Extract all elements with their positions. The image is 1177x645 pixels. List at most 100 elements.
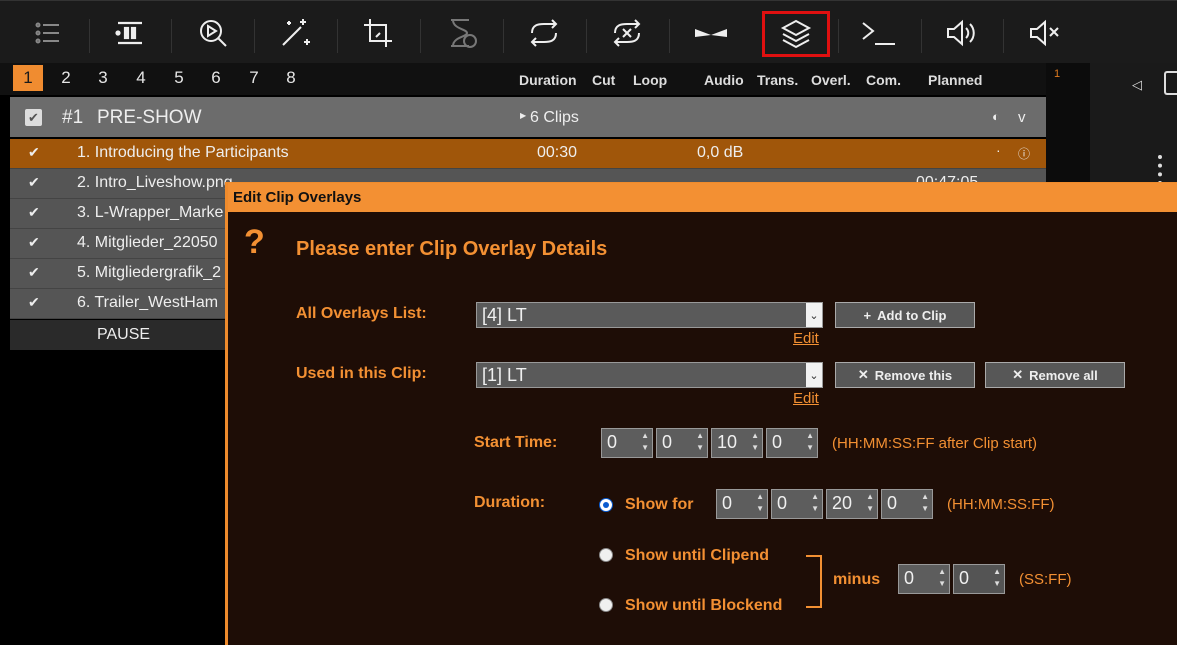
edit-overlays-link[interactable]: Edit	[793, 330, 819, 347]
show-for-label[interactable]: Show for	[625, 496, 693, 514]
clip-label: 2. Intro_Liveshow.png	[77, 174, 233, 191]
terminal-icon[interactable]	[852, 13, 902, 53]
stepper-arrows-icon[interactable]: ▲ ▼	[811, 491, 819, 515]
stepper-arrows-icon[interactable]: ▲ ▼	[866, 491, 874, 515]
col-audio[interactable]: Audio	[704, 72, 744, 88]
check-icon[interactable]: ✔	[28, 294, 40, 311]
stepper-arrows-icon[interactable]: ▲ ▼	[993, 566, 1001, 590]
clip-row[interactable]: ✔ 1. Introducing the Participants 00:30 …	[10, 139, 1046, 169]
expand-arrow-icon[interactable]: ▶	[520, 111, 526, 120]
check-icon[interactable]: ✔	[28, 144, 40, 161]
remove-this-label: Remove this	[874, 367, 953, 383]
duration-minutes-stepper[interactable]: 0 ▲ ▼	[771, 489, 823, 519]
dialog-heading: Please enter Clip Overlay Details	[296, 238, 608, 260]
start-time-label: Start Time:	[474, 434, 558, 451]
search-play-icon[interactable]	[188, 13, 238, 53]
minus-frames-stepper[interactable]: 0 ▲ ▼	[953, 564, 1005, 594]
clip-label: 4. Mitglieder_22050	[77, 234, 218, 251]
remove-all-button[interactable]: ✕ Remove all	[985, 362, 1125, 388]
tab-8[interactable]: 8	[276, 65, 306, 91]
shuffle-cancel-icon[interactable]	[602, 13, 652, 53]
list-dots-icon	[1158, 155, 1177, 185]
list-icon[interactable]	[22, 13, 72, 53]
image-icon[interactable]	[1164, 71, 1177, 95]
crop-icon[interactable]	[353, 13, 403, 53]
tab-1[interactable]: 1	[13, 65, 43, 91]
block-header[interactable]: ✔ #1 PRE-SHOW ▶ 6 Clips ◐ v	[10, 97, 1046, 137]
stepper-arrows-icon[interactable]: ▲ ▼	[696, 430, 704, 454]
clip-label: 6. Trailer_WestHam	[77, 294, 219, 311]
col-trans[interactable]: Trans.	[757, 72, 798, 88]
minus-seconds-value: 0	[904, 568, 915, 588]
stepper-arrows-icon[interactable]: ▲ ▼	[756, 491, 764, 515]
hourglass-icon[interactable]	[436, 13, 486, 53]
add-button-label: Add to Clip	[877, 307, 947, 323]
duration-seconds-value: 20	[832, 493, 853, 513]
check-icon[interactable]: ✔	[28, 234, 40, 251]
show-until-clipend-label[interactable]: Show until Clipend	[625, 547, 769, 565]
col-loop[interactable]: Loop	[633, 72, 667, 88]
tab-2[interactable]: 2	[51, 65, 81, 91]
start-frames-stepper[interactable]: 0 ▲ ▼	[766, 428, 818, 458]
check-icon[interactable]: ✔	[28, 264, 40, 281]
collapse-arrow-icon[interactable]: ◁	[1132, 77, 1142, 93]
stepper-arrows-icon[interactable]: ▲ ▼	[641, 430, 649, 454]
edit-clip-overlays-dialog: Edit Clip Overlays ? Please enter Clip O…	[225, 182, 1177, 645]
chevron-down-icon[interactable]: ⌄	[806, 303, 822, 327]
start-seconds-stepper[interactable]: 10 ▲ ▼	[711, 428, 763, 458]
add-to-clip-button[interactable]: + Add to Clip	[835, 302, 975, 328]
stepper-arrows-icon[interactable]: ▲ ▼	[806, 430, 814, 454]
start-minutes-stepper[interactable]: 0 ▲ ▼	[656, 428, 708, 458]
chevron-down-icon[interactable]: ⌄	[806, 363, 822, 387]
clip-audio: 0,0 dB	[697, 144, 744, 161]
loop-icon[interactable]	[519, 13, 569, 53]
remove-this-button[interactable]: ✕ Remove this	[835, 362, 975, 388]
layers-icon[interactable]	[762, 11, 830, 57]
contrast-icon[interactable]: ◐	[992, 109, 1000, 124]
stepper-arrows-icon[interactable]: ▲ ▼	[751, 430, 759, 454]
duration-frames-stepper[interactable]: 0 ▲ ▼	[881, 489, 933, 519]
minus-seconds-stepper[interactable]: 0 ▲ ▼	[898, 564, 950, 594]
tab-4[interactable]: 4	[126, 65, 156, 91]
col-overl[interactable]: Overl.	[811, 72, 851, 88]
tab-5[interactable]: 5	[164, 65, 194, 91]
question-icon: ?	[244, 223, 265, 261]
checkbox-icon[interactable]: ✔	[25, 109, 42, 126]
col-com[interactable]: Com.	[866, 72, 901, 88]
all-overlays-select[interactable]: [4] LT ⌄	[476, 302, 823, 328]
col-duration[interactable]: Duration	[519, 72, 577, 88]
tab-7[interactable]: 7	[239, 65, 269, 91]
show-for-radio[interactable]	[599, 498, 613, 512]
minus-hint: (SS:FF)	[1019, 571, 1072, 588]
used-in-clip-select[interactable]: [1] LT ⌄	[476, 362, 823, 388]
dot-icon: ·	[996, 142, 1001, 158]
info-icon[interactable]: ⓘ	[1018, 145, 1030, 162]
start-frames-value: 0	[772, 432, 783, 452]
tab-3[interactable]: 3	[88, 65, 118, 91]
chevron-down-icon[interactable]: v	[1018, 109, 1026, 126]
mute-icon[interactable]	[1018, 13, 1068, 53]
show-until-blockend-label[interactable]: Show until Blockend	[625, 597, 782, 615]
check-icon[interactable]: ✔	[28, 174, 40, 191]
block-number: #1	[62, 107, 84, 128]
volume-icon[interactable]	[935, 13, 985, 53]
pause-icon[interactable]	[105, 13, 155, 53]
duration-hours-stepper[interactable]: 0 ▲ ▼	[716, 489, 768, 519]
transition-icon[interactable]	[686, 13, 736, 53]
col-cut[interactable]: Cut	[592, 72, 615, 88]
start-hours-stepper[interactable]: 0 ▲ ▼	[601, 428, 653, 458]
show-until-blockend-radio[interactable]	[599, 598, 613, 612]
clip-label: 1. Introducing the Participants	[77, 144, 289, 161]
show-until-clipend-radio[interactable]	[599, 548, 613, 562]
check-icon[interactable]: ✔	[28, 204, 40, 221]
dialog-title[interactable]: Edit Clip Overlays	[228, 183, 1177, 212]
duration-seconds-stepper[interactable]: 20 ▲ ▼	[826, 489, 878, 519]
stepper-arrows-icon[interactable]: ▲ ▼	[921, 491, 929, 515]
edit-used-link[interactable]: Edit	[793, 390, 819, 407]
tabs-row: 1 2 3 4 5 6 7 8 Duration Cut Loop Audio …	[0, 63, 1046, 95]
magic-wand-icon[interactable]	[270, 13, 320, 53]
col-planned[interactable]: Planned	[928, 72, 982, 88]
stepper-arrows-icon[interactable]: ▲ ▼	[938, 566, 946, 590]
tab-6[interactable]: 6	[201, 65, 231, 91]
all-overlays-label: All Overlays List:	[296, 305, 427, 322]
